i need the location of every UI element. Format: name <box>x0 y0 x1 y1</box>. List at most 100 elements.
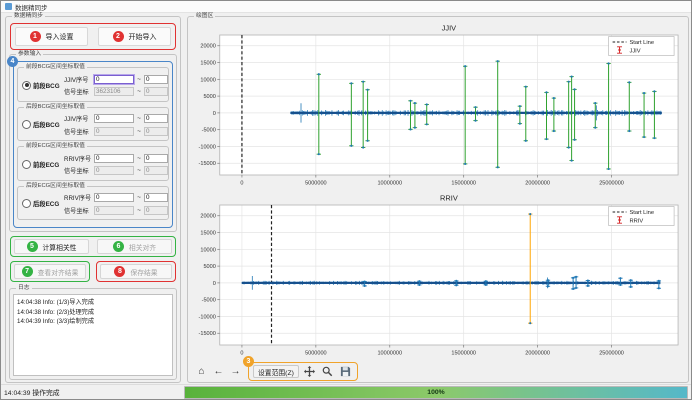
svg-text:0: 0 <box>240 180 243 186</box>
log-title: 日志 <box>16 285 32 292</box>
log-area[interactable]: 14:04:38 Info: (1/3)导入完成14:04:38 Info: (… <box>13 294 173 376</box>
sec3-row0-to-input[interactable] <box>144 193 168 202</box>
status-bar: 14:04:39 操作完成 100% <box>1 384 691 399</box>
sec0-row0-from-input[interactable] <box>94 75 134 84</box>
sec2-row1-from-input[interactable] <box>94 166 134 175</box>
log-groupbox: 日志 14:04:38 Info: (1/3)导入完成14:04:38 Info… <box>9 288 177 380</box>
correlation-annotation-box: 5 计算相关性 6 相关对齐 <box>10 236 176 257</box>
sec3-row0-from-input[interactable] <box>94 193 134 202</box>
svg-text:15000: 15000 <box>200 231 215 237</box>
sec1-row1-to-input[interactable] <box>144 127 168 136</box>
radio-icon[interactable] <box>22 199 31 208</box>
svg-text:JJIV: JJIV <box>629 48 640 54</box>
app-icon <box>5 3 12 10</box>
start-import-label: 开始导入 <box>129 32 157 42</box>
param-sections: 前段BCG区间坐标取值前段BCGJJIV序号~信号坐标~后段BCG区间坐标取值后… <box>16 67 170 220</box>
save-result-label: 保存结果 <box>130 267 157 277</box>
forward-icon[interactable]: → <box>228 364 243 379</box>
param-section-0: 前段BCG区间坐标取值前段BCGJJIV序号~信号坐标~ <box>17 67 169 102</box>
radio-icon[interactable] <box>22 120 31 129</box>
start-import-button[interactable]: 2 开始导入 <box>98 27 171 46</box>
svg-text:0: 0 <box>213 281 216 287</box>
svg-text:20000000: 20000000 <box>525 180 550 186</box>
set-range-button[interactable]: 设置范围(Z) <box>253 365 299 378</box>
svg-text:20000: 20000 <box>200 214 215 220</box>
radio-后段ECG[interactable]: 后段ECG <box>20 199 64 208</box>
sync-panel-title: 数据精同步 <box>12 13 45 20</box>
progress-bar: 100% <box>184 386 688 399</box>
range-tilde: ~ <box>134 155 144 162</box>
rriv-chart[interactable]: 0500000010000000150000002000000025000000… <box>190 192 686 362</box>
zoom-icon[interactable] <box>320 364 335 379</box>
sec1-row1-from-input[interactable] <box>94 127 134 136</box>
sec3-row1-to-input[interactable] <box>144 206 168 215</box>
view-align-result-label: 查看对齐结果 <box>38 267 79 277</box>
radio-label: 后段ECG <box>33 199 59 208</box>
import-settings-button[interactable]: 1 导入设置 <box>15 27 88 46</box>
plot-panel-title: 绘图区 <box>194 13 215 20</box>
jjiv-chart[interactable]: 0500000010000000150000002000000025000000… <box>190 22 686 192</box>
sec3-row1-from-input[interactable] <box>94 206 134 215</box>
sec1-row0-from-input[interactable] <box>94 114 134 123</box>
svg-text:5000: 5000 <box>203 94 215 100</box>
pan-icon[interactable] <box>302 364 317 379</box>
params-groupbox: 参数输入 4 前段BCG区间坐标取值前段BCGJJIV序号~信号坐标~后段BCG… <box>9 54 177 232</box>
radio-前段ECG[interactable]: 前段ECG <box>20 160 64 169</box>
param-section-title: 前段ECG区间坐标取值 <box>24 143 87 150</box>
view-align-result-button[interactable]: 7 查看对齐结果 <box>14 264 86 279</box>
sec1-row0-to-input[interactable] <box>144 114 168 123</box>
param-section-2: 前段ECG区间坐标取值前段ECGRRIV序号~信号坐标~ <box>17 146 169 181</box>
field-label: RRIV序号 <box>64 193 94 202</box>
radio-icon[interactable] <box>22 81 31 90</box>
svg-text:10000: 10000 <box>200 247 215 253</box>
step-1-badge: 1 <box>30 31 41 42</box>
sec2-row0-to-input[interactable] <box>144 154 168 163</box>
radio-label: 前段ECG <box>33 160 59 169</box>
title-bar: 数据精同步 <box>1 1 691 13</box>
svg-text:10000: 10000 <box>200 77 215 83</box>
save-icon[interactable] <box>338 364 353 379</box>
field-label: 信号坐标 <box>64 166 94 175</box>
sec2-row0-from-input[interactable] <box>94 154 134 163</box>
param-section-1: 后段BCG区间坐标取值后段BCGJJIV序号~信号坐标~ <box>17 107 169 142</box>
svg-text:10000000: 10000000 <box>377 180 402 186</box>
progress-label: 100% <box>427 389 444 396</box>
save-result-button[interactable]: 8 保存结果 <box>100 264 172 279</box>
field-label: JJIV序号 <box>64 114 94 123</box>
field-label: 信号坐标 <box>64 206 94 215</box>
svg-text:0: 0 <box>240 350 243 356</box>
range-tilde: ~ <box>134 128 144 135</box>
svg-text:-10000: -10000 <box>199 144 216 150</box>
svg-text:RRIV: RRIV <box>629 218 643 224</box>
app-window: 数据精同步 数据精同步 1 导入设置 2 开始导入 参数输入 4 前段BCG区间 <box>0 0 692 400</box>
sec0-row1-from-input[interactable] <box>94 87 134 96</box>
import-settings-label: 导入设置 <box>46 32 74 42</box>
plot-toolbar: ⌂ ← → 3 设置范围(Z) <box>190 362 686 381</box>
charts-area: 0500000010000000150000002000000025000000… <box>190 22 686 362</box>
radio-后段BCG[interactable]: 后段BCG <box>20 120 64 129</box>
svg-text:Start Line: Start Line <box>629 40 654 46</box>
field-label: 信号坐标 <box>64 127 94 136</box>
svg-text:-15000: -15000 <box>199 331 216 337</box>
sec2-row1-to-input[interactable] <box>144 166 168 175</box>
range-tilde: ~ <box>134 207 144 214</box>
param-section-title: 前段BCG区间坐标取值 <box>24 64 87 71</box>
svg-text:-5000: -5000 <box>202 128 216 134</box>
radio-label: 前段BCG <box>33 81 60 90</box>
svg-text:5000000: 5000000 <box>305 350 327 356</box>
step-7-badge: 7 <box>22 266 33 277</box>
correlation-align-button[interactable]: 6 相关对齐 <box>97 239 172 254</box>
compute-correlation-button[interactable]: 5 计算相关性 <box>14 239 89 254</box>
svg-text:25000000: 25000000 <box>599 350 624 356</box>
svg-text:-5000: -5000 <box>202 298 216 304</box>
home-icon[interactable]: ⌂ <box>194 364 209 379</box>
step-6-badge: 6 <box>113 241 124 252</box>
sec0-row1-to-input[interactable] <box>144 87 168 96</box>
back-icon[interactable]: ← <box>211 364 226 379</box>
radio-前段BCG[interactable]: 前段BCG <box>20 81 64 90</box>
range-tilde: ~ <box>134 76 144 83</box>
sec0-row0-to-input[interactable] <box>144 75 168 84</box>
sync-panel: 数据精同步 1 导入设置 2 开始导入 参数输入 4 前段BCG区间坐标取值前段… <box>5 16 181 383</box>
radio-icon[interactable] <box>22 160 31 169</box>
range-tilde: ~ <box>134 194 144 201</box>
